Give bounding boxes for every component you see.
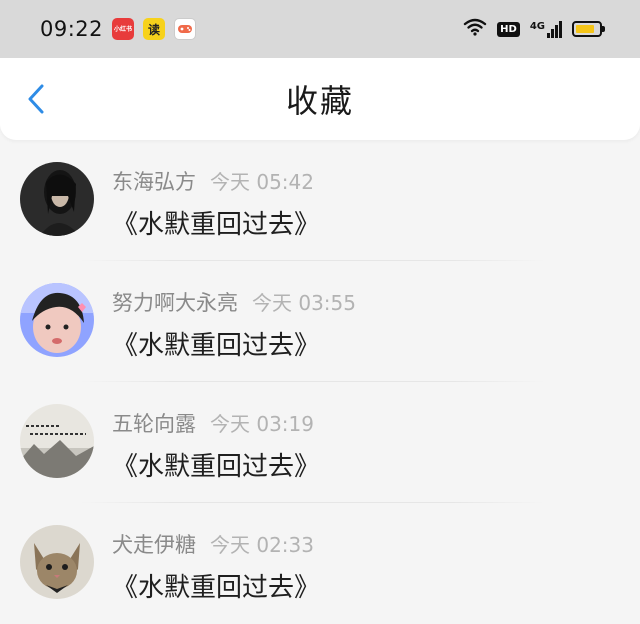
- item-title[interactable]: 《水默重回过去》: [112, 325, 320, 362]
- item-time: 今天 03:19: [210, 412, 314, 436]
- avatar[interactable]: [20, 162, 94, 236]
- hd-badge: HD: [497, 21, 520, 37]
- list-item[interactable]: 努力啊大永亮 今天 03:55 《水默重回过去》: [0, 261, 640, 382]
- game-center-icon: [174, 18, 196, 40]
- status-time: 09:22: [40, 17, 104, 41]
- item-title[interactable]: 《水默重回过去》: [112, 567, 320, 604]
- network-label: 4G: [529, 20, 545, 32]
- favorites-list: 东海弘方 今天 05:42 《水默重回过去》 努力啊大永亮 今天 03:55 《水默…: [0, 140, 640, 624]
- nav-bar: 收藏: [0, 58, 640, 140]
- back-button[interactable]: [22, 84, 50, 118]
- item-author: 五轮向露 今天 03:19: [112, 412, 314, 436]
- item-time: 今天 03:55: [252, 291, 356, 315]
- item-time: 今天 05:42: [210, 170, 314, 194]
- item-title[interactable]: 《水默重回过去》: [112, 446, 320, 483]
- battery-icon: [572, 21, 605, 37]
- reader-icon: 读: [143, 18, 165, 40]
- item-author: 努力啊大永亮 今天 03:55: [112, 291, 356, 315]
- item-author: 犬走伊糖 今天 02:33: [112, 533, 314, 557]
- wifi-icon: [463, 18, 487, 40]
- list-item[interactable]: 犬走伊糖 今天 02:33 《水默重回过去》: [0, 503, 640, 624]
- list-item[interactable]: 五轮向露 今天 03:19 《水默重回过去》: [0, 382, 640, 503]
- avatar[interactable]: [20, 525, 94, 599]
- item-time: 今天 02:33: [210, 533, 314, 557]
- signal-icon: 4G: [529, 20, 562, 38]
- avatar[interactable]: [20, 404, 94, 478]
- item-title[interactable]: 《水默重回过去》: [112, 204, 320, 241]
- page-title: 收藏: [285, 82, 354, 120]
- xiaohongshu-icon: 小红书: [112, 18, 134, 40]
- item-author: 东海弘方 今天 05:42: [112, 170, 314, 194]
- list-item[interactable]: 东海弘方 今天 05:42 《水默重回过去》: [0, 140, 640, 261]
- notification-app-icons: 小红书 读: [112, 18, 196, 40]
- avatar[interactable]: [20, 283, 94, 357]
- status-bar: 09:22 小红书 读 HD 4G: [0, 0, 640, 58]
- status-indicators: HD 4G: [463, 18, 605, 40]
- chevron-left-icon: [26, 83, 46, 119]
